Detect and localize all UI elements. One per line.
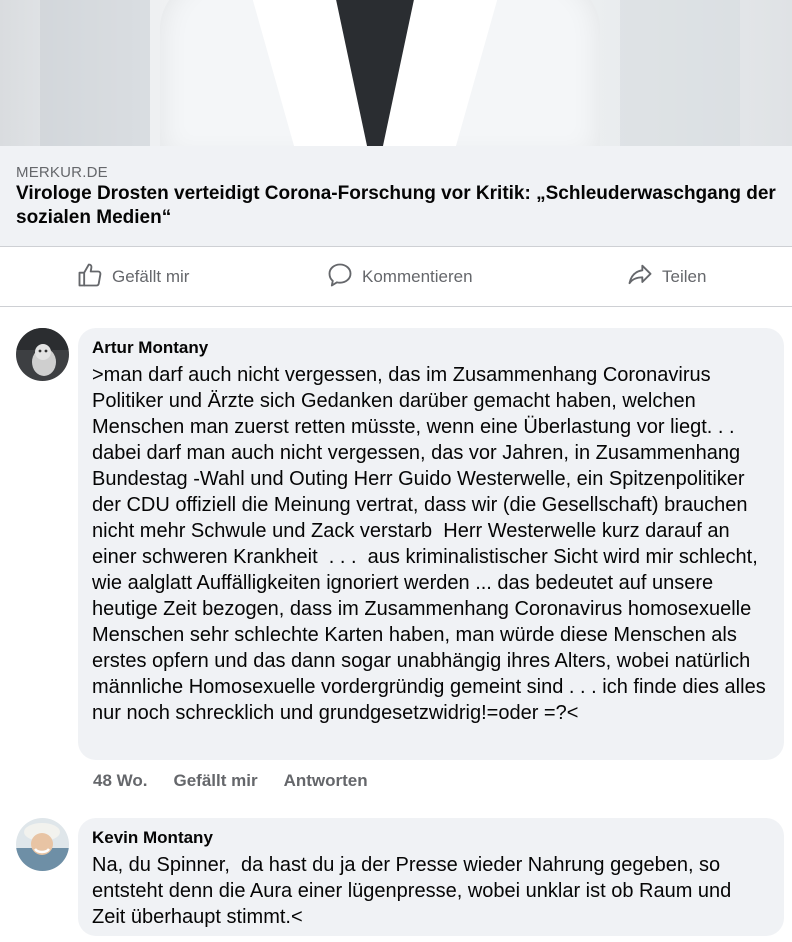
comment-icon: [326, 261, 354, 294]
article-preview-image[interactable]: [0, 0, 792, 146]
comment-button[interactable]: Kommentieren: [326, 260, 473, 294]
window-background: [40, 0, 150, 146]
avatar[interactable]: [16, 328, 69, 381]
like-label: Gefällt mir: [112, 267, 190, 286]
comment-author[interactable]: Kevin Montany: [92, 828, 770, 848]
like-button[interactable]: Gefällt mir: [76, 260, 189, 294]
share-label: Teilen: [662, 267, 707, 286]
comment-label: Kommentieren: [362, 267, 473, 286]
comment-like-button[interactable]: Gefällt mir: [173, 771, 257, 791]
share-icon: [626, 261, 654, 294]
comment-reply-button[interactable]: Antworten: [284, 771, 368, 791]
comment-text: Na, du Spinner, da hast du ja der Presse…: [92, 854, 737, 928]
avatar[interactable]: [16, 818, 69, 871]
share-button[interactable]: Teilen: [626, 260, 706, 294]
comment-bubble: Kevin Montany Na, du Spinner, da hast du…: [78, 818, 784, 936]
thumbs-up-icon: [76, 261, 104, 294]
comment-text: >man darf auch nicht vergessen, das im Z…: [92, 364, 772, 724]
link-domain: MERKUR.DE: [16, 164, 108, 181]
comment-timestamp[interactable]: 48 Wo.: [93, 771, 147, 791]
link-preview[interactable]: MERKUR.DE Virologe Drosten verteidigt Co…: [0, 146, 792, 247]
window-background: [620, 0, 740, 146]
comment-meta: 48 Wo. Gefällt mir Antworten: [93, 771, 368, 791]
post-action-bar: Gefällt mir Kommentieren Teilen: [0, 248, 792, 307]
comment-author[interactable]: Artur Montany: [92, 338, 770, 358]
comment-bubble: Artur Montany >man darf auch nicht verge…: [78, 328, 784, 760]
link-headline[interactable]: Virologe Drosten verteidigt Corona-Forsc…: [16, 182, 776, 230]
